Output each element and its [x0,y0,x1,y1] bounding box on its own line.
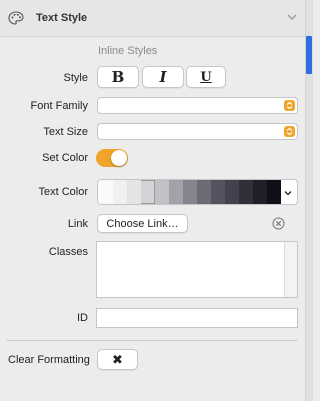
color-swatch[interactable] [252,180,267,204]
classes-label: Classes [48,246,88,258]
classes-textarea[interactable] [96,241,298,298]
set-color-label: Set Color [42,152,88,164]
divider [6,340,298,341]
set-color-toggle[interactable] [96,149,128,167]
id-input[interactable] [96,308,298,328]
style-label: Style [63,72,88,84]
clear-formatting-label: Clear Formatting [8,354,90,366]
chevron-down-icon[interactable] [286,11,298,23]
chevron-down-icon[interactable] [283,188,293,198]
text-color-picker[interactable] [97,179,298,205]
inline-styles-heading: Inline Styles [98,45,158,57]
textarea-scrollbar[interactable] [284,242,297,297]
clear-link-icon[interactable] [272,217,285,230]
select-arrows-icon [284,100,295,111]
link-label: Link [67,218,88,230]
bold-button[interactable]: B [97,66,139,88]
font-family-select[interactable] [97,97,298,114]
scrollbar-thumb[interactable] [306,36,312,74]
color-swatch[interactable] [126,180,141,204]
color-swatch[interactable] [266,180,281,204]
italic-button[interactable]: I [142,66,184,88]
color-swatch[interactable] [98,180,113,204]
color-swatch[interactable] [168,180,183,204]
underline-button[interactable]: U [186,66,226,88]
clear-formatting-button[interactable]: ✖ [97,349,138,370]
color-swatch[interactable] [196,180,211,204]
color-swatch[interactable] [210,180,225,204]
select-arrows-icon [284,126,295,137]
text-size-label: Text Size [43,126,88,138]
text-color-label: Text Color [38,186,88,198]
color-swatch[interactable] [112,180,127,204]
toggle-knob [111,150,127,166]
section-title: Text Style [36,12,88,24]
color-swatch[interactable] [224,180,239,204]
color-swatch[interactable] [154,180,169,204]
color-swatch-selected[interactable] [140,180,155,204]
id-label: ID [77,312,88,324]
choose-link-button[interactable]: Choose Link… [97,214,188,233]
font-family-label: Font Family [30,100,88,112]
color-swatch[interactable] [182,180,197,204]
color-swatch[interactable] [238,180,253,204]
text-size-select[interactable] [97,123,298,140]
palette-icon [8,11,24,25]
